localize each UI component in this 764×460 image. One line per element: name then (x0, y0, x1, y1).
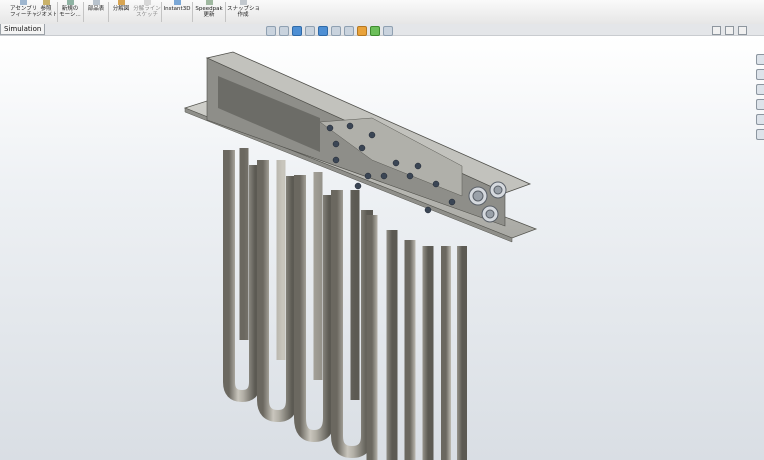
new-motion-study-button[interactable]: 新規の モーシ... (59, 0, 81, 24)
view-palette-icon[interactable] (756, 99, 764, 110)
ribbon-separator (83, 2, 84, 22)
previous-view-icon[interactable] (292, 25, 302, 36)
resources-icon[interactable] (756, 54, 764, 65)
reference-geometry-label: 参照 ジオメトリ (36, 6, 56, 18)
ribbon-separator (57, 2, 58, 22)
zoom-to-area-icon[interactable] (279, 25, 289, 36)
ribbon-separator (108, 2, 109, 22)
apply-scene-icon[interactable] (370, 25, 380, 36)
command-manager-ribbon: アセンブリ フィーチャー 参照 ジオメトリ 新規の モーシ... 部品表 分解図… (0, 0, 764, 25)
heater-tube (366, 215, 398, 460)
camera-icon (239, 0, 247, 5)
custom-properties-icon[interactable] (756, 129, 764, 140)
assembly-features-icon (19, 0, 27, 5)
instant3d-icon (173, 0, 181, 5)
ribbon-separator (225, 2, 226, 22)
bom-icon (92, 0, 100, 5)
speedpak-update-label: Speedpak 更新 (195, 6, 223, 18)
explode-line-sketch-label: 分解ライン スケッチ (133, 6, 161, 18)
bill-of-materials-button[interactable]: 部品表 (85, 0, 107, 24)
appearances-icon[interactable] (756, 114, 764, 125)
reference-geometry-button[interactable]: 参照 ジオメトリ (36, 0, 56, 24)
instant3d-button[interactable]: Instant3D (163, 0, 191, 24)
edit-appearance-icon[interactable] (357, 25, 367, 36)
file-explorer-icon[interactable] (756, 84, 764, 95)
reference-geometry-icon (42, 0, 50, 5)
ribbon-separator (161, 2, 162, 22)
heater-assembly-model (183, 51, 538, 460)
explode-line-sketch-button[interactable]: 分解ライン スケッチ (133, 0, 161, 24)
design-library-icon[interactable] (756, 69, 764, 80)
new-motion-study-label: 新規の モーシ... (59, 6, 81, 18)
assembly-features-label: アセンブリ フィーチャー (10, 6, 36, 18)
exploded-view-button[interactable]: 分解図 (110, 0, 132, 24)
bill-of-materials-label: 部品表 (87, 6, 105, 12)
instant3d-label: Instant3D (163, 6, 191, 12)
take-snapshot-button[interactable]: スナップショット 作成 (227, 0, 259, 24)
heater-tube (441, 246, 467, 460)
assembly-features-button[interactable]: アセンブリ フィーチャー (10, 0, 36, 24)
motion-study-icon (66, 0, 74, 5)
exploded-view-label: 分解図 (112, 6, 130, 12)
task-pane-tabs (756, 54, 764, 140)
display-style-icon[interactable] (331, 25, 341, 36)
close-icon[interactable] (738, 26, 747, 35)
heater-tube (404, 240, 434, 460)
graphics-area[interactable] (0, 36, 764, 460)
minimize-icon[interactable] (712, 26, 721, 35)
hide-show-items-icon[interactable] (344, 25, 354, 36)
document-window-controls (712, 26, 747, 35)
ribbon-separator (192, 2, 193, 22)
speedpak-update-button[interactable]: Speedpak 更新 (194, 0, 224, 24)
zoom-to-fit-icon[interactable] (266, 25, 276, 36)
heads-up-view-toolbar (266, 25, 393, 36)
maximize-icon[interactable] (725, 26, 734, 35)
tab-simulation[interactable]: Simulation (0, 24, 46, 35)
view-orientation-icon[interactable] (318, 25, 328, 36)
speedpak-icon (205, 0, 213, 5)
view-settings-icon[interactable] (383, 25, 393, 36)
exploded-view-icon (117, 0, 125, 5)
section-view-icon[interactable] (305, 25, 315, 36)
explode-line-sketch-icon (143, 0, 151, 5)
take-snapshot-label: スナップショット 作成 (227, 6, 259, 18)
